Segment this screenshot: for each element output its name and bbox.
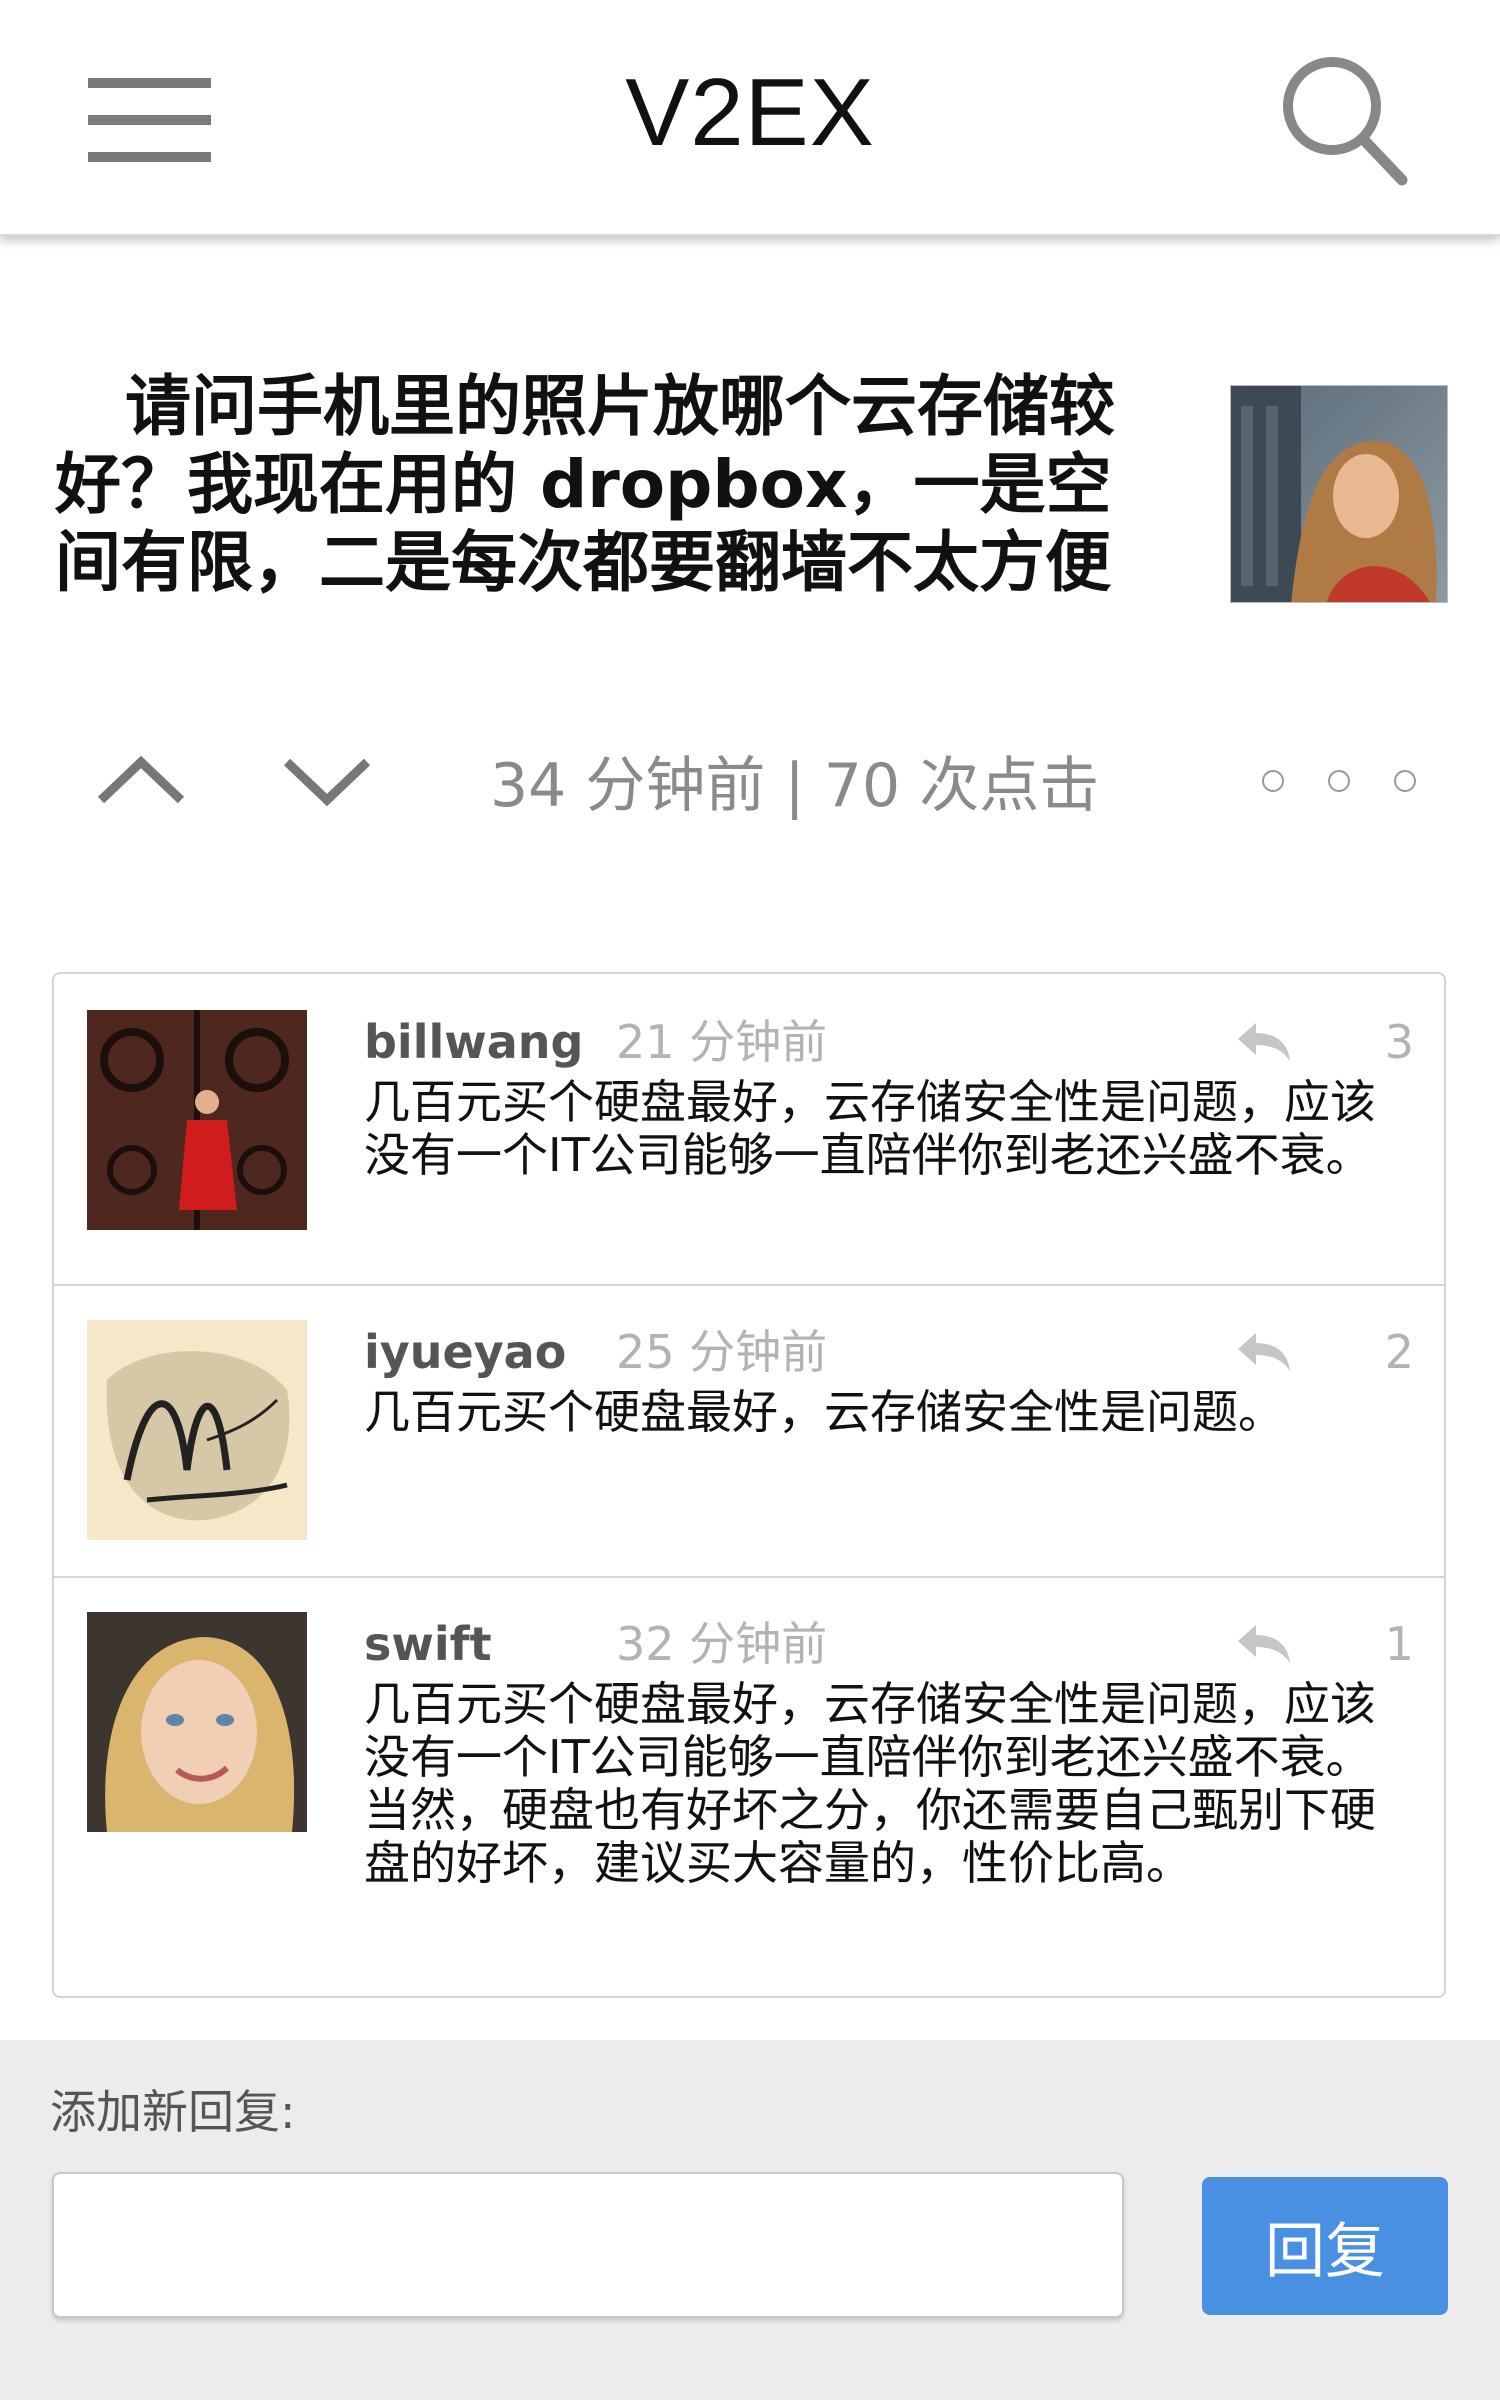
avatar-image: [87, 1612, 307, 1832]
reply-floor-number: 3: [1384, 1015, 1414, 1069]
reply-list: billwang 21 分钟前 3 几百元买个硬盘最好，云存储安全性是问题，应该…: [52, 972, 1446, 1998]
author-avatar-image: [1231, 386, 1447, 602]
reply-item: billwang 21 分钟前 3 几百元买个硬盘最好，云存储安全性是问题，应该…: [54, 974, 1444, 1286]
reply-arrow-icon[interactable]: [1234, 1621, 1294, 1667]
reply-time: 25 分钟前: [616, 1325, 828, 1379]
reply-username[interactable]: billwang: [364, 1014, 583, 1070]
avatar-image: [87, 1320, 307, 1540]
reply-time: 32 分钟前: [616, 1617, 828, 1671]
submit-reply-button[interactable]: 回复: [1202, 2177, 1448, 2315]
reply-content: 几百元买个硬盘最好，云存储安全性是问题，应该没有一个IT公司能够一直陪伴你到老还…: [364, 1075, 1376, 1182]
reply-avatar[interactable]: [87, 1010, 307, 1230]
downvote-chevron-down-icon[interactable]: [282, 750, 372, 810]
search-icon[interactable]: [1278, 52, 1408, 187]
reply-avatar[interactable]: [87, 1320, 307, 1540]
reply-avatar[interactable]: [87, 1612, 307, 1832]
reply-item: iyueyao 25 分钟前 2 几百元买个硬盘最好，云存储安全性是问题。: [54, 1284, 1444, 1578]
reply-time: 21 分钟前: [616, 1015, 828, 1069]
new-reply-label: 添加新回复:: [50, 2085, 296, 2139]
reply-username[interactable]: iyueyao: [364, 1324, 566, 1380]
reply-input[interactable]: [52, 2172, 1124, 2318]
new-reply-panel: 添加新回复: 回复: [0, 2040, 1500, 2400]
dot: [1262, 770, 1284, 792]
reply-content: 几百元买个硬盘最好，云存储安全性是问题。: [364, 1385, 1284, 1439]
reply-arrow-icon[interactable]: [1234, 1019, 1294, 1065]
avatar-image: [87, 1010, 307, 1230]
reply-item: swift 32 分钟前 1 几百元买个硬盘最好，云存储安全性是问题，应该没有一…: [54, 1576, 1444, 1996]
reply-arrow-icon[interactable]: [1234, 1329, 1294, 1375]
author-avatar[interactable]: [1230, 385, 1448, 603]
reply-content: 几百元买个硬盘最好，云存储安全性是问题，应该没有一个IT公司能够一直陪伴你到老还…: [364, 1677, 1376, 1890]
topic-meta: 34 分钟前 | 70 次点击: [490, 751, 1100, 821]
top-nav-bar: V2EX: [0, 0, 1500, 236]
reply-username[interactable]: swift: [364, 1616, 492, 1672]
dot: [1394, 770, 1416, 792]
reply-floor-number: 1: [1384, 1617, 1414, 1671]
more-options-icon[interactable]: [1250, 760, 1430, 804]
topic-title: 请问手机里的照片放哪个云存储较好？我现在用的 dropbox，一是空间有限，二是…: [55, 368, 1115, 601]
site-logo[interactable]: V2EX: [0, 58, 1500, 168]
upvote-chevron-up-icon[interactable]: [96, 750, 186, 810]
dot: [1328, 770, 1350, 792]
reply-floor-number: 2: [1384, 1325, 1414, 1379]
